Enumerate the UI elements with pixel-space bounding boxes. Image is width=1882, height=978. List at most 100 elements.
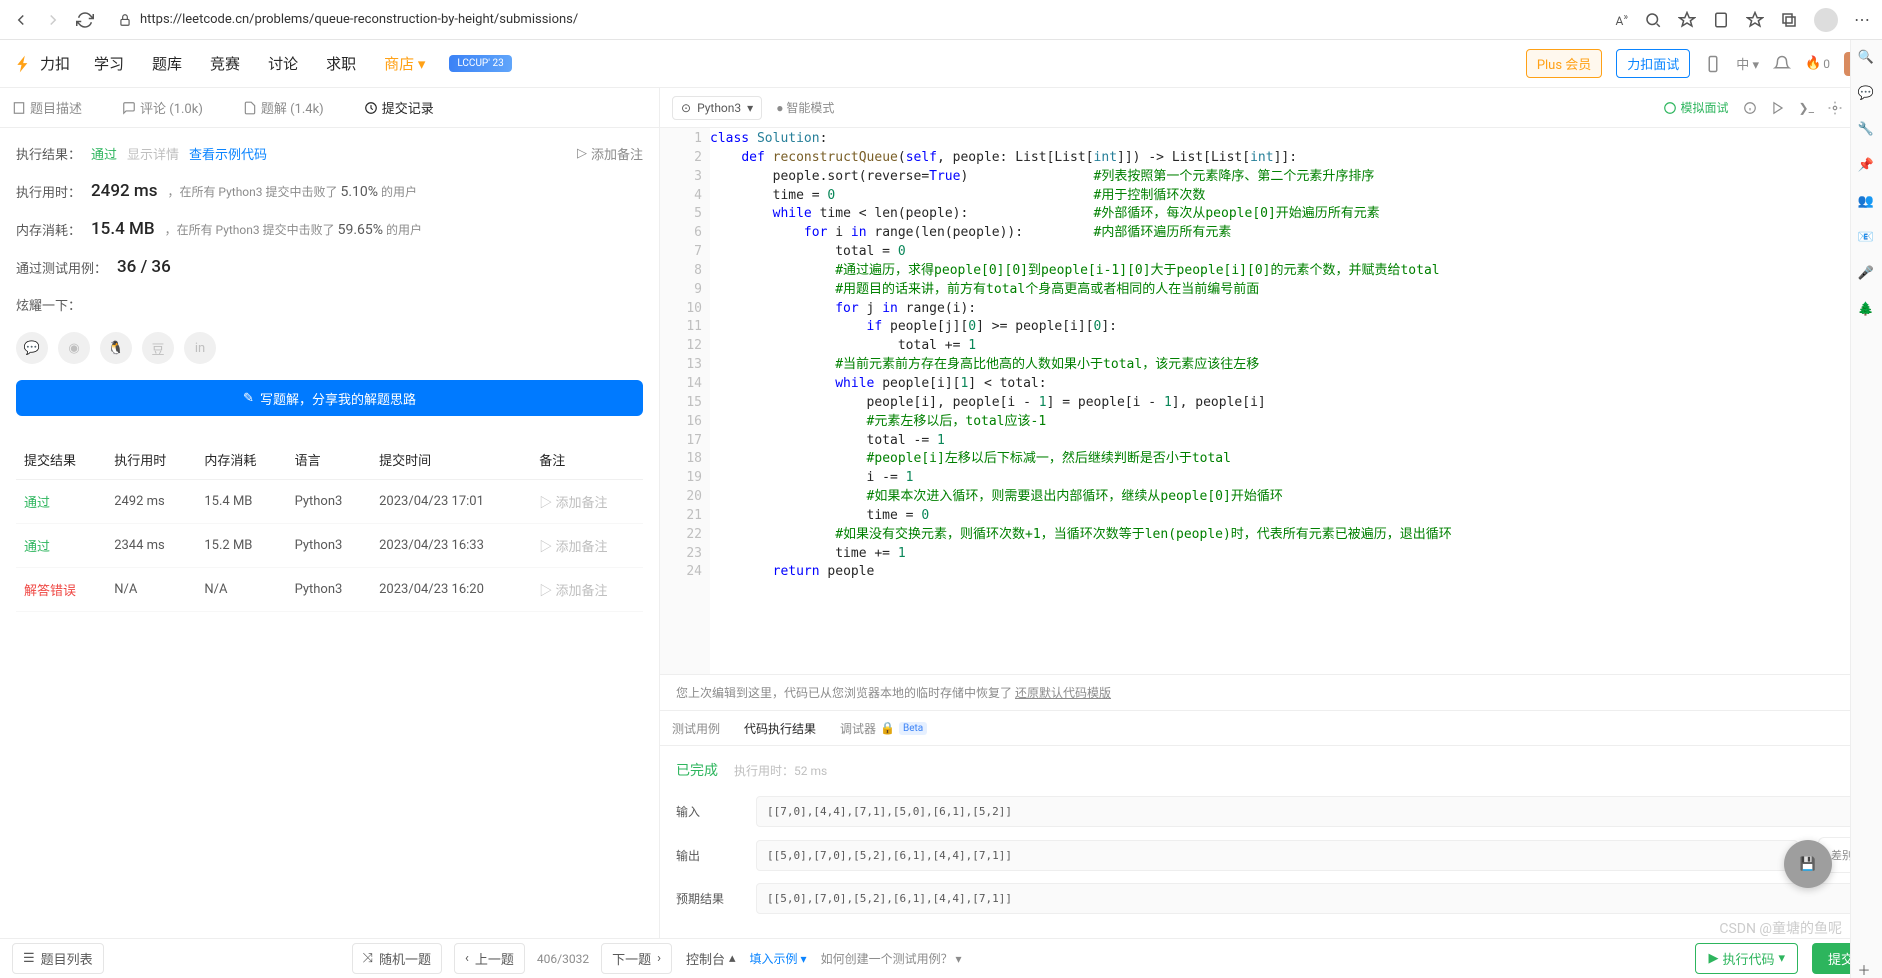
cell-note[interactable]: ▷ 添加备注	[531, 524, 643, 568]
profile-avatar[interactable]	[1814, 8, 1838, 32]
nav-learn[interactable]: 学习	[94, 53, 124, 74]
table-row[interactable]: 通过 2492 ms 15.4 MB Python3 2023/04/23 17…	[16, 480, 643, 524]
console-toggle[interactable]: 控制台 ▴	[686, 949, 736, 968]
float-save-button[interactable]: 💾	[1784, 840, 1832, 888]
cell-when: 2023/04/23 16:33	[371, 524, 531, 568]
nav-problems[interactable]: 题库	[152, 53, 182, 74]
sidebar-tree-icon[interactable]: 🌲	[1858, 302, 1876, 320]
cell-status[interactable]: 通过	[16, 524, 106, 568]
next-button[interactable]: 下一题 ›	[601, 943, 672, 974]
more-icon[interactable]: ⋯	[1854, 10, 1870, 29]
tab-exec-result[interactable]: 代码执行结果	[744, 720, 816, 737]
sidebar-mic-icon[interactable]: 🎤	[1858, 266, 1876, 284]
nav-contest[interactable]: 竞赛	[210, 53, 240, 74]
sidebar-pin-icon[interactable]: 📌	[1858, 158, 1876, 176]
code-bracket-icon[interactable]: ❯_	[1799, 101, 1814, 115]
tab-description[interactable]: 题目描述	[12, 98, 82, 117]
book-icon[interactable]	[1712, 11, 1730, 29]
page-info: 406/3032	[537, 952, 589, 966]
cell-when: 2023/04/23 16:20	[371, 568, 531, 612]
expected-box[interactable]: [[5,0],[7,0],[5,2],[6,1],[4,4],[7,1]]	[756, 883, 1866, 914]
problem-tabs: 题目描述 评论 (1.0k) 题解 (1.4k) 提交记录	[0, 88, 659, 128]
share-weibo[interactable]: ◉	[58, 332, 90, 364]
favorite-icon[interactable]	[1746, 11, 1764, 29]
show-detail-link[interactable]: 显示详情	[127, 144, 179, 163]
plus-button[interactable]: Plus 会员	[1526, 49, 1602, 78]
text-size-icon[interactable]: A»	[1615, 12, 1628, 28]
mobile-icon[interactable]	[1704, 55, 1722, 73]
sidebar-add-icon[interactable]: ＋	[1858, 960, 1876, 978]
tab-solutions[interactable]: 题解 (1.4k)	[243, 98, 324, 117]
table-row[interactable]: 通过 2344 ms 15.2 MB Python3 2023/04/23 16…	[16, 524, 643, 568]
th-note: 备注	[531, 440, 643, 480]
back-icon[interactable]	[12, 11, 30, 29]
fill-example-link[interactable]: 填入示例 ▾	[750, 950, 807, 967]
help-text[interactable]: 如何创建一个测试用例？ ▾	[821, 950, 962, 967]
expected-label: 预期结果	[676, 890, 736, 907]
url-bar[interactable]: https://leetcode.cn/problems/queue-recon…	[108, 6, 1601, 34]
submissions-table: 提交结果 执行用时 内存消耗 语言 提交时间 备注 通过 2492 ms 15.…	[16, 440, 643, 612]
forward-icon[interactable]	[44, 11, 62, 29]
logo[interactable]: 力扣	[14, 53, 70, 74]
refresh-icon[interactable]	[76, 11, 94, 29]
th-lang: 语言	[287, 440, 372, 480]
input-box[interactable]: [[7,0],[4,4],[7,1],[5,0],[6,1],[5,2]]	[756, 796, 1866, 827]
leetcode-logo-icon	[14, 54, 34, 74]
nav-jobs[interactable]: 求职	[326, 53, 356, 74]
tab-debugger[interactable]: 调试器 🔒 Beta	[840, 720, 927, 737]
cell-note[interactable]: ▷ 添加备注	[531, 480, 643, 524]
code-editor[interactable]: 123456789101112131415161718192021222324 …	[660, 128, 1882, 674]
run-code-button[interactable]: ▶ 执行代码 ▾	[1695, 943, 1798, 974]
cell-time: N/A	[106, 568, 196, 612]
sidebar-mail-icon[interactable]: 📧	[1858, 230, 1876, 248]
time-label: 执行用时：	[16, 182, 81, 201]
smart-mode-toggle[interactable]: ● 智能模式	[776, 99, 834, 116]
cell-status[interactable]: 通过	[16, 480, 106, 524]
tab-submissions[interactable]: 提交记录	[364, 98, 434, 117]
collections-icon[interactable]	[1780, 11, 1798, 29]
add-note-link[interactable]: ▷ 添加备注	[577, 144, 643, 163]
nav-shop[interactable]: 商店 ▾	[384, 53, 425, 74]
share-linkedin[interactable]: in	[184, 332, 216, 364]
view-sample-link[interactable]: 查看示例代码	[189, 144, 267, 163]
tab-comments[interactable]: 评论 (1.0k)	[122, 98, 203, 117]
th-status: 提交结果	[16, 440, 106, 480]
lock-icon	[118, 13, 132, 27]
cell-time: 2492 ms	[106, 480, 196, 524]
prev-button[interactable]: ‹ 上一题	[454, 943, 525, 974]
sidebar-tool-icon[interactable]: 🔧	[1858, 122, 1876, 140]
interview-button[interactable]: 力扣面试	[1616, 49, 1690, 78]
run-icon[interactable]	[1771, 101, 1785, 115]
lccup-badge[interactable]: LCCUP' 23	[449, 55, 511, 72]
sidebar-people-icon[interactable]: 👥	[1858, 194, 1876, 212]
lang-switch[interactable]: 中 ▾	[1736, 54, 1759, 73]
share-douban[interactable]: 豆	[142, 332, 174, 364]
mock-interview-link[interactable]: 模拟面试	[1663, 99, 1729, 116]
cell-status[interactable]: 解答错误	[16, 568, 106, 612]
cell-mem: 15.4 MB	[196, 480, 286, 524]
th-time: 执行用时	[106, 440, 196, 480]
language-select[interactable]: ⊙ Python3 ▾	[672, 96, 762, 120]
settings-icon[interactable]	[1828, 101, 1842, 115]
share-qq[interactable]: 🐧	[100, 332, 132, 364]
output-box[interactable]: [[5,0],[7,0],[5,2],[6,1],[4,4],[7,1]]	[756, 840, 1798, 871]
cell-note[interactable]: ▷ 添加备注	[531, 568, 643, 612]
time-value: 2492 ms	[91, 181, 157, 201]
sidebar-search-icon[interactable]: 🔍	[1858, 50, 1876, 68]
star-icon[interactable]	[1678, 11, 1696, 29]
tab-testcase[interactable]: 测试用例	[672, 720, 720, 737]
fire-icon[interactable]: 🔥0	[1805, 56, 1830, 71]
share-wechat[interactable]: 💬	[16, 332, 48, 364]
problem-list-button[interactable]: ☰ 题目列表	[12, 943, 104, 974]
table-row[interactable]: 解答错误 N/A N/A Python3 2023/04/23 16:20 ▷ …	[16, 568, 643, 612]
restore-default-link[interactable]: 还原默认代码模版	[1015, 684, 1111, 701]
write-solution-button[interactable]: ✎ 写题解，分享我的解题思路	[16, 380, 643, 416]
random-button[interactable]: ⤨ 随机一题	[352, 943, 442, 974]
cell-mem: 15.2 MB	[196, 524, 286, 568]
nav-discuss[interactable]: 讨论	[268, 53, 298, 74]
browser-toolbar: https://leetcode.cn/problems/queue-recon…	[0, 0, 1882, 40]
search-icon[interactable]	[1644, 11, 1662, 29]
sidebar-chat-icon[interactable]: 💬	[1858, 86, 1876, 104]
info-icon[interactable]	[1743, 101, 1757, 115]
bell-icon[interactable]	[1773, 55, 1791, 73]
